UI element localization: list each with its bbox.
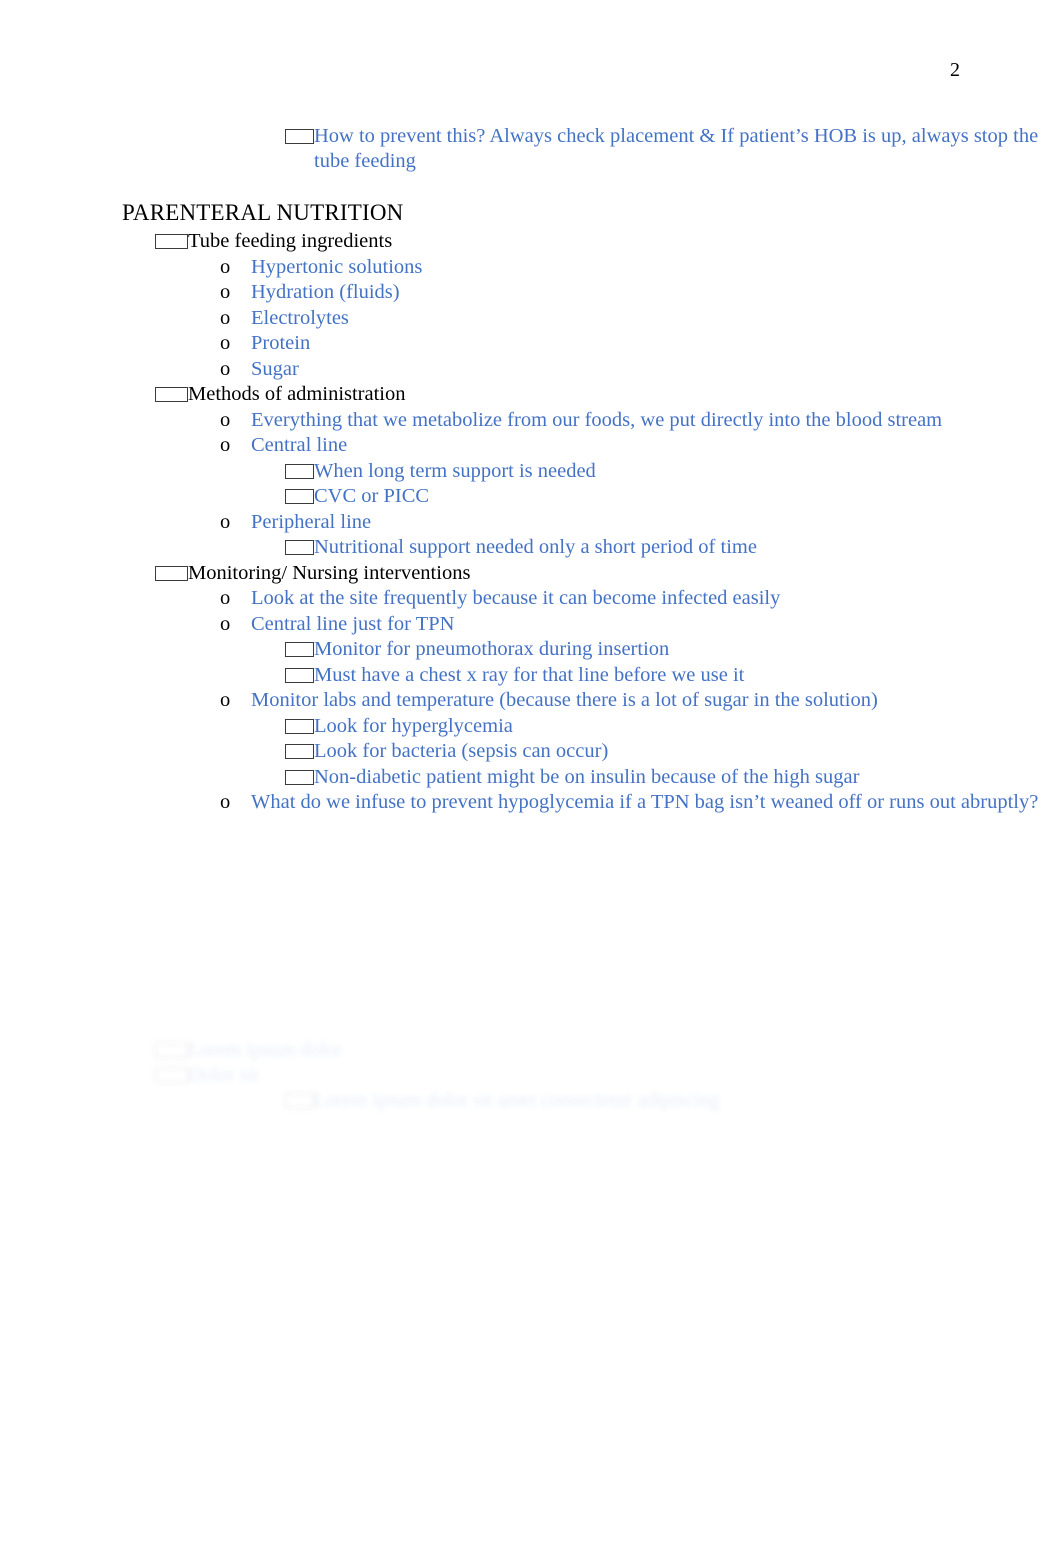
list-item: Non-diabetic patient might be on insulin… [0, 765, 1062, 791]
list-item: Look for bacteria (sepsis can occur) [0, 739, 1062, 765]
list-item: o Peripheral line [0, 510, 1062, 536]
list-item-label: Central line [251, 434, 348, 456]
wingdings-box-bullet-icon [285, 667, 314, 683]
list-item: Must have a chest x ray for that line be… [0, 663, 1062, 689]
list-item-label: Sugar [251, 357, 299, 380]
list-item-label: Monitoring/ Nursing interventions [188, 561, 471, 584]
list-item: Look for hyperglycemia [0, 714, 1062, 740]
list-item-label: Look for bacteria (sepsis can occur) [314, 740, 609, 762]
list-item-label: CVC or PICC [314, 485, 430, 507]
circle-o-bullet-icon: o [220, 434, 231, 456]
wingdings-box-bullet-icon [155, 565, 188, 581]
list-item: o What do we infuse to prevent hypoglycem… [0, 790, 1062, 816]
list-item-label: What do we infuse to prevent hypoglycemi… [251, 791, 1039, 813]
circle-o-bullet-icon: o [220, 510, 231, 533]
page-title: PARENTERAL NUTRITION [122, 200, 404, 225]
continued-bullet-section: How to prevent this? Always check placem… [0, 124, 1062, 174]
wingdings-box-bullet-icon [285, 463, 314, 479]
list-item: o Electrolytes [0, 306, 1062, 332]
page-number: 2 [950, 59, 960, 81]
wingdings-box-bullet-icon [155, 1043, 188, 1058]
list-item-label: Peripheral line [251, 510, 372, 533]
list-item: Methods of administration [0, 382, 1062, 408]
circle-o-bullet-icon: o [220, 332, 231, 354]
list-item: o Protein [0, 331, 1062, 357]
list-item-label: Tube feeding ingredients [188, 230, 393, 252]
circle-o-bullet-icon: o [220, 612, 231, 635]
list-item: Tube feeding ingredients [0, 229, 1062, 255]
list-item: How to prevent this? Always check placem… [0, 124, 1062, 174]
wingdings-box-bullet-icon [285, 718, 314, 734]
list-item: When long term support is needed [0, 459, 1062, 485]
list-item-label: Monitor labs and temperature (because th… [251, 689, 878, 711]
list-item: o Hypertonic solutions [0, 255, 1062, 281]
list-item-label: Look at the site frequently because it c… [251, 587, 781, 609]
list-item: o Monitor labs and temperature (because t… [0, 688, 1062, 714]
circle-o-bullet-icon: o [220, 255, 231, 278]
list-item-label: Must have a chest x ray for that line be… [314, 663, 745, 686]
circle-o-bullet-icon: o [220, 587, 231, 609]
list-item-label: Monitor for pneumothorax during insertio… [314, 638, 670, 660]
list-item: Nutritional support needed only a short … [0, 535, 1062, 561]
list-item: Dolor sit [0, 1063, 1062, 1088]
circle-o-bullet-icon: o [220, 408, 231, 431]
list-item-label: Methods of administration [188, 383, 406, 405]
wingdings-box-bullet-icon [285, 744, 314, 759]
wingdings-box-bullet-icon [285, 540, 314, 555]
list-item: Lorem ipsum dolor sit amet consectetur a… [0, 1088, 1062, 1113]
list-item-label: How to prevent this? Always check placem… [314, 125, 1039, 172]
list-item: Lorem ipsum dolor [0, 1038, 1062, 1063]
list-item-label: Central line just for TPN [251, 612, 455, 635]
list-item-label: Hypertonic solutions [251, 255, 423, 278]
list-item-label: Hydration (fluids) [251, 281, 400, 303]
list-item-label: Lorem ipsum dolor [188, 1039, 343, 1061]
list-item-label: Look for hyperglycemia [314, 714, 513, 737]
list-item: Monitor for pneumothorax during insertio… [0, 637, 1062, 663]
circle-o-bullet-icon: o [220, 306, 231, 329]
circle-o-bullet-icon: o [220, 689, 231, 711]
list-item-label: When long term support is needed [314, 459, 596, 482]
list-item: o Sugar [0, 357, 1062, 383]
wingdings-box-bullet-icon [285, 1093, 314, 1108]
document-page: 2 How to prevent this? Always check plac… [0, 0, 1062, 1561]
wingdings-box-bullet-icon [285, 489, 314, 504]
list-item: o Everything that we metabolize from our … [0, 408, 1062, 434]
circle-o-bullet-icon: o [220, 791, 231, 813]
list-item: o Hydration (fluids) [0, 280, 1062, 306]
wingdings-box-bullet-icon [285, 642, 314, 657]
list-item: Monitoring/ Nursing interventions [0, 561, 1062, 587]
list-item: o Central line just for TPN [0, 612, 1062, 638]
list-item: o Central line [0, 433, 1062, 459]
circle-o-bullet-icon: o [220, 281, 231, 303]
list-item-label: Non-diabetic patient might be on insulin… [314, 765, 860, 788]
faded-text-block: Lorem ipsum dolor Dolor sit Lorem ipsum do… [0, 1038, 1062, 1113]
list-item-label: Everything that we metabolize from our f… [251, 408, 943, 431]
wingdings-box-bullet-icon [285, 129, 314, 144]
list-item: CVC or PICC [0, 484, 1062, 510]
list-item-label: Lorem ipsum dolor sit amet consectetur a… [314, 1089, 720, 1111]
wingdings-box-bullet-icon [155, 234, 188, 249]
outline-list: Tube feeding ingredients o Hypertonic solu… [0, 229, 1062, 816]
wingdings-box-bullet-icon [155, 1068, 188, 1083]
list-item-label: Protein [251, 332, 311, 354]
list-item: o Look at the site frequently because it … [0, 586, 1062, 612]
wingdings-box-bullet-icon [285, 769, 314, 785]
list-item-label: Electrolytes [251, 306, 349, 329]
wingdings-box-bullet-icon [155, 387, 188, 402]
list-item-label: Nutritional support needed only a short … [314, 536, 757, 558]
list-item-label: Dolor sit [188, 1064, 259, 1086]
circle-o-bullet-icon: o [220, 357, 231, 380]
